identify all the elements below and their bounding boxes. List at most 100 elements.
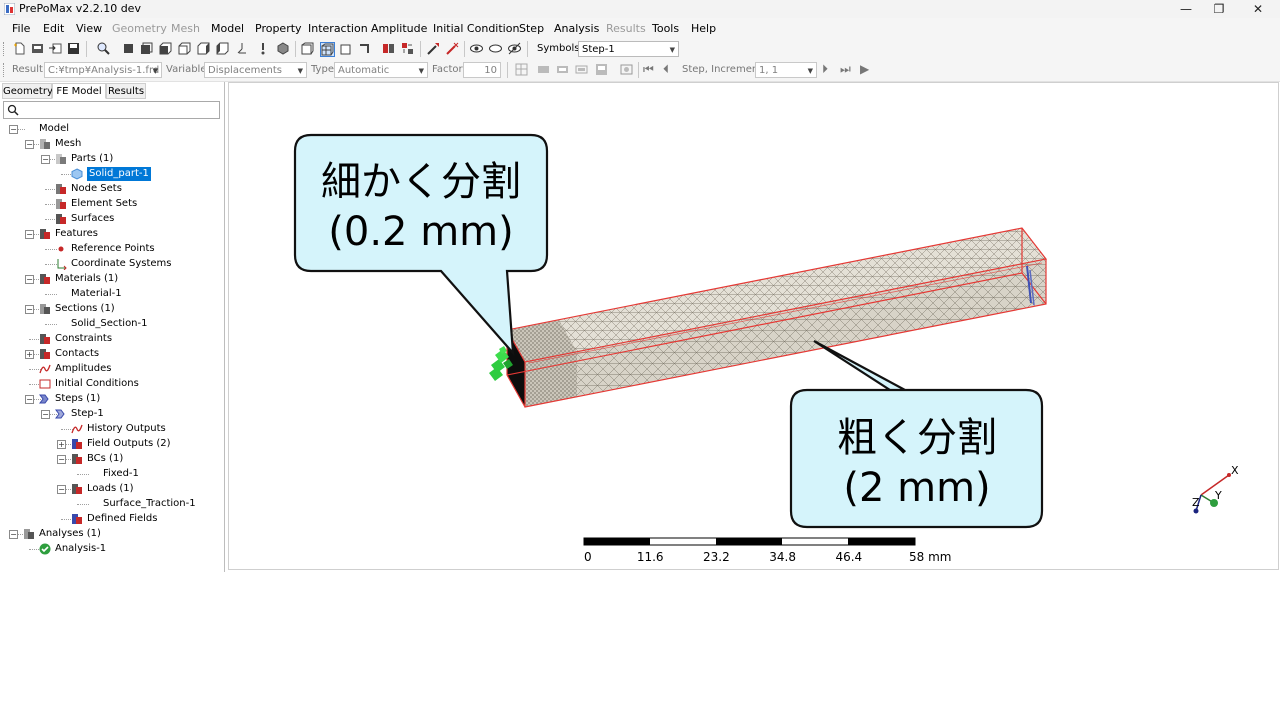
collapse-toggle-icon[interactable]: − (9, 125, 18, 134)
tree-item[interactable]: Amplitudes (0, 362, 224, 377)
transformation-icon[interactable] (401, 42, 414, 55)
3d-viewport[interactable]: 細かく分割 (0.2 mm) 粗く分割 (2 mm) 0 11.6 23.2 34.8… (228, 82, 1279, 570)
expand-toggle-icon[interactable]: + (57, 440, 66, 449)
menu-interaction[interactable]: Interaction (308, 22, 368, 35)
result-file-dropdown[interactable]: C:¥tmp¥Analysis-1.frd ▼ (44, 62, 162, 78)
tree-item[interactable]: History Outputs (0, 422, 224, 437)
menu-tools[interactable]: Tools (652, 22, 679, 35)
symbols-dropdown[interactable]: Step-1 ▼ (578, 41, 679, 57)
collapse-toggle-icon[interactable]: − (25, 275, 34, 284)
menu-view[interactable]: View (76, 22, 102, 35)
view-vertical-icon[interactable] (257, 42, 270, 55)
tree-item[interactable]: − Step-1 (0, 407, 224, 422)
menu-initial-condition[interactable]: Initial Condition (433, 22, 519, 35)
tree-item[interactable]: Solid_part-1 (0, 167, 224, 182)
tab-fe-model[interactable]: FE Model (52, 83, 106, 99)
toolbar-grip[interactable] (3, 63, 6, 77)
minimize-button[interactable]: — (1172, 1, 1200, 17)
menu-mesh[interactable]: Mesh (171, 22, 200, 35)
tree-item[interactable]: − BCs (1) (0, 452, 224, 467)
tree-item[interactable]: + Field Outputs (2) (0, 437, 224, 452)
view-back-icon[interactable] (140, 42, 153, 55)
tree-item[interactable]: − Analyses (1) (0, 527, 224, 542)
view-bottom-icon[interactable] (178, 42, 191, 55)
tree-item[interactable]: Surfaces (0, 212, 224, 227)
tree-item[interactable]: Defined Fields (0, 512, 224, 527)
maximize-button[interactable]: ❐ (1205, 1, 1233, 17)
show-no-edges-icon[interactable] (340, 42, 353, 55)
step-increment-dropdown[interactable]: 1, 1 ▼ (755, 62, 817, 78)
menu-analysis[interactable]: Analysis (554, 22, 599, 35)
show-icon[interactable] (470, 42, 483, 55)
menu-edit[interactable]: Edit (43, 22, 64, 35)
next-increment-icon[interactable]: ⏵ (822, 62, 828, 77)
menu-property[interactable]: Property (255, 22, 302, 35)
tab-geometry[interactable]: Geometry (2, 83, 53, 99)
tree-item[interactable]: Element Sets (0, 197, 224, 212)
tree-item[interactable]: − Materials (1) (0, 272, 224, 287)
view-normal-icon[interactable] (236, 42, 249, 55)
tree-item[interactable]: − Sections (1) (0, 302, 224, 317)
deformed-undeformed-icon[interactable] (556, 63, 569, 76)
tree-item[interactable]: Coordinate Systems (0, 257, 224, 272)
expand-toggle-icon[interactable]: + (25, 350, 34, 359)
tree-item[interactable]: Material-1 (0, 287, 224, 302)
tree-item[interactable]: Solid_Section-1 (0, 317, 224, 332)
menu-geometry[interactable]: Geometry (112, 22, 167, 35)
deformed-wireframe-icon[interactable] (575, 63, 588, 76)
tree-item[interactable]: − Loads (1) (0, 482, 224, 497)
deformed-icon[interactable] (537, 63, 550, 76)
view-front-icon[interactable] (122, 42, 135, 55)
open-file-icon[interactable] (31, 42, 44, 55)
menu-amplitude[interactable]: Amplitude (371, 22, 427, 35)
collapse-toggle-icon[interactable]: − (25, 230, 34, 239)
hide-icon[interactable] (489, 42, 502, 55)
type-dropdown[interactable]: Automatic ▼ (334, 62, 428, 78)
section-view-icon[interactable] (358, 42, 371, 55)
view-isometric-icon[interactable] (277, 42, 290, 55)
tree-item[interactable]: Reference Points (0, 242, 224, 257)
menu-file[interactable]: File (12, 22, 30, 35)
menu-help[interactable]: Help (691, 22, 716, 35)
first-increment-icon[interactable]: ⏮ (643, 62, 654, 77)
variable-dropdown[interactable]: Displacements ▼ (204, 62, 307, 78)
save-icon[interactable] (67, 42, 80, 55)
collapse-toggle-icon[interactable]: − (25, 140, 34, 149)
undeformed-icon[interactable] (515, 63, 528, 76)
collapse-toggle-icon[interactable]: − (41, 155, 50, 164)
show-only-icon[interactable] (508, 42, 521, 55)
show-element-edges-icon[interactable] (301, 42, 314, 55)
tree-item[interactable]: Node Sets (0, 182, 224, 197)
import-icon[interactable] (49, 42, 62, 55)
view-right-icon[interactable] (216, 42, 229, 55)
toolbar-grip[interactable] (3, 42, 6, 56)
new-file-icon[interactable] (13, 42, 26, 55)
query-icon[interactable] (427, 42, 440, 55)
collapse-toggle-icon[interactable]: − (57, 455, 66, 464)
close-button[interactable]: ✕ (1244, 1, 1272, 17)
factor-input[interactable]: 10 (463, 62, 501, 78)
tree-item[interactable]: − Features (0, 227, 224, 242)
collapse-toggle-icon[interactable]: − (9, 530, 18, 539)
menu-results[interactable]: Results (606, 22, 646, 35)
tree-item[interactable]: Initial Conditions (0, 377, 224, 392)
tree-item[interactable]: − Model (0, 122, 224, 137)
tree-item[interactable]: + Contacts (0, 347, 224, 362)
collapse-toggle-icon[interactable]: − (57, 485, 66, 494)
tree-item[interactable]: Surface_Traction-1 (0, 497, 224, 512)
collapse-toggle-icon[interactable]: − (25, 305, 34, 314)
tree-item[interactable]: Fixed-1 (0, 467, 224, 482)
zoom-icon[interactable] (97, 42, 110, 55)
previous-increment-icon[interactable]: ⏴ (663, 62, 669, 77)
menu-model[interactable]: Model (211, 22, 244, 35)
collapse-toggle-icon[interactable]: − (25, 395, 34, 404)
remove-annotations-icon[interactable] (446, 42, 459, 55)
tree-item[interactable]: Analysis-1 (0, 542, 224, 557)
menu-step[interactable]: Step (519, 22, 544, 35)
tree-item[interactable]: − Parts (1) (0, 152, 224, 167)
beam-mesh[interactable] (506, 227, 1048, 408)
tree-item[interactable]: − Steps (1) (0, 392, 224, 407)
view-top-icon[interactable] (159, 42, 172, 55)
collapse-toggle-icon[interactable]: − (41, 410, 50, 419)
animate-icon[interactable] (620, 63, 633, 76)
